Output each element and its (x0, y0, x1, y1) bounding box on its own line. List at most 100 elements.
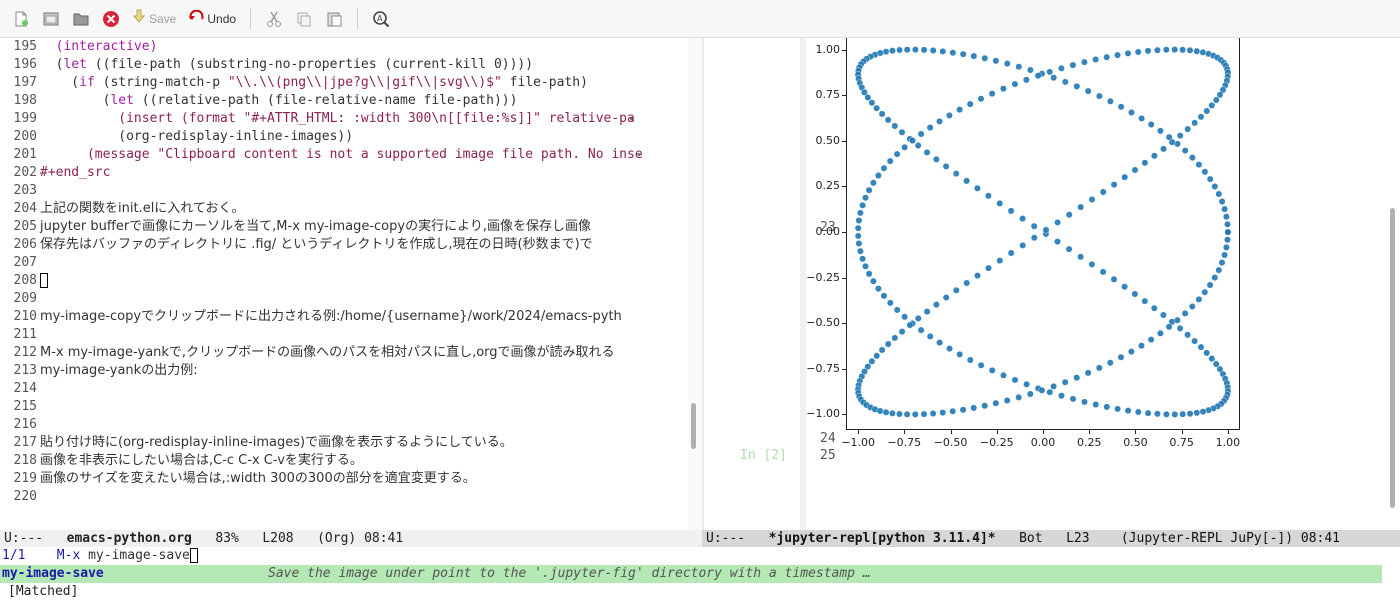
scatter-point (1065, 245, 1073, 253)
code-line: 200 (org-redisplay-inline-images)) (13, 129, 354, 144)
cut-icon[interactable] (261, 6, 287, 32)
y-tick-mark (842, 232, 846, 233)
lissajous-plot (846, 38, 1240, 430)
scatter-point (1015, 63, 1023, 71)
scatter-point (1179, 46, 1186, 54)
scatter-point (1117, 353, 1125, 361)
scatter-point (1073, 374, 1081, 382)
scatter-point (855, 240, 863, 247)
minibuffer-input[interactable]: my-image-save (88, 548, 190, 563)
save-button[interactable]: Save (128, 6, 180, 32)
scatter-point (1007, 207, 1015, 215)
directory-icon[interactable] (68, 6, 94, 32)
scatter-point (1165, 323, 1173, 331)
copy-icon[interactable] (291, 6, 317, 32)
toolbar-separator (357, 7, 359, 30)
org-editor-pane[interactable]: 195 (interactive) 196 (let ((file-path (… (0, 38, 686, 530)
scatter-point (1191, 337, 1198, 345)
scatter-point (1179, 410, 1187, 418)
scatter-point (977, 95, 985, 103)
scatter-point (981, 402, 989, 410)
scatter-point (926, 124, 934, 132)
scatter-point (949, 49, 957, 57)
scatter-point (1203, 349, 1211, 357)
scatter-point (1224, 220, 1231, 228)
scatter-point (1034, 72, 1042, 80)
scatter-point (1050, 74, 1058, 82)
scatter-point (1191, 119, 1199, 127)
left-scrollbar-thumb[interactable] (691, 403, 696, 449)
x-tick-label: 0.50 (1123, 436, 1148, 449)
close-buffer-icon[interactable] (98, 6, 124, 32)
scatter-point (992, 57, 1000, 65)
scatter-point (996, 257, 1004, 265)
scatter-point (1188, 154, 1196, 162)
y-tick-mark (842, 368, 846, 370)
y-tick-label: −0.25 (806, 270, 840, 284)
scatter-point (906, 321, 914, 329)
jupyter-repl-pane[interactable]: 23 24 25 In [2] 1.00 0.75 0.50 0.25 0.00 −0.2… (704, 38, 1400, 530)
scatter-point (1212, 96, 1220, 104)
scatter-point (936, 118, 943, 125)
text-line: 212 M-x my-image-yankで,クリップボードの画像へのパスを相対パ… (13, 345, 615, 360)
candidate-count: 1/1 (2, 548, 26, 563)
scatter-point (985, 264, 992, 272)
scatter-point (1084, 369, 1092, 377)
y-tick-label: −1.00 (806, 407, 840, 421)
code-line: 197 (if (string-match-p "\\.\\(png\\|jpe… (13, 75, 588, 90)
scatter-point (1092, 56, 1100, 63)
text-line: 216 (13, 417, 37, 432)
right-scrollbar[interactable] (1390, 208, 1395, 508)
scatter-point (988, 366, 996, 374)
scatter-point (854, 232, 862, 240)
scatter-point (1162, 46, 1170, 54)
text-line: 217 貼り付け時に(org-redisplay-inline-images)で画… (13, 435, 513, 450)
repl-fringe (800, 38, 806, 530)
scatter-point (873, 104, 880, 112)
scatter-point (903, 410, 911, 418)
new-file-icon[interactable] (8, 6, 34, 32)
scatter-point (933, 301, 940, 308)
scatter-point (1121, 173, 1129, 181)
y-tick-mark (842, 277, 846, 279)
y-tick-label: 0.00 (815, 225, 841, 238)
scatter-point (981, 54, 989, 62)
open-folder-icon[interactable] (38, 6, 64, 32)
scatter-point (909, 137, 916, 145)
scatter-point (1057, 64, 1065, 72)
scatter-point (1106, 359, 1114, 367)
x-tick-mark (1135, 430, 1137, 434)
scatter-point (1073, 83, 1081, 90)
scatter-point (1176, 324, 1184, 332)
search-icon[interactable]: A (368, 6, 394, 32)
scatter-point (1099, 268, 1107, 276)
scatter-point (880, 164, 888, 172)
candidate-description: Save the image under point to the '.jupy… (268, 566, 871, 581)
scatter-point (1134, 48, 1142, 56)
code-line: 195 (interactive) (13, 39, 158, 54)
minibuffer-prompt: M-x (56, 548, 81, 563)
scatter-point (1144, 409, 1152, 417)
scatter-point (1088, 196, 1096, 203)
scatter-point (1069, 61, 1077, 69)
x-tick-label: 1.00 (1215, 436, 1241, 449)
scatter-point (855, 217, 863, 224)
undo-button[interactable]: Undo (184, 6, 240, 32)
scatter-point (1160, 145, 1167, 153)
scatter-point (889, 47, 896, 55)
scatter-point (882, 48, 890, 56)
y-tick-mark (842, 414, 846, 416)
scatter-point (1188, 303, 1196, 310)
code-line: 201 (message "Clipboard content is not a… (13, 147, 643, 162)
paste-icon[interactable] (321, 6, 347, 32)
completion-candidate[interactable]: my-image-save Save the image under point … (0, 565, 1382, 583)
scatter-point (914, 314, 922, 322)
scatter-point (878, 346, 886, 354)
scatter-point (1054, 238, 1061, 246)
scatter-point (1176, 132, 1184, 140)
x-tick-label: 0.25 (1076, 436, 1102, 449)
left-scrollbar[interactable] (688, 38, 702, 530)
candidate-name[interactable]: my-image-save (0, 565, 268, 583)
minibuffer[interactable]: 1/1 M-x my-image-save (0, 547, 1400, 565)
x-tick-mark (1181, 430, 1183, 434)
